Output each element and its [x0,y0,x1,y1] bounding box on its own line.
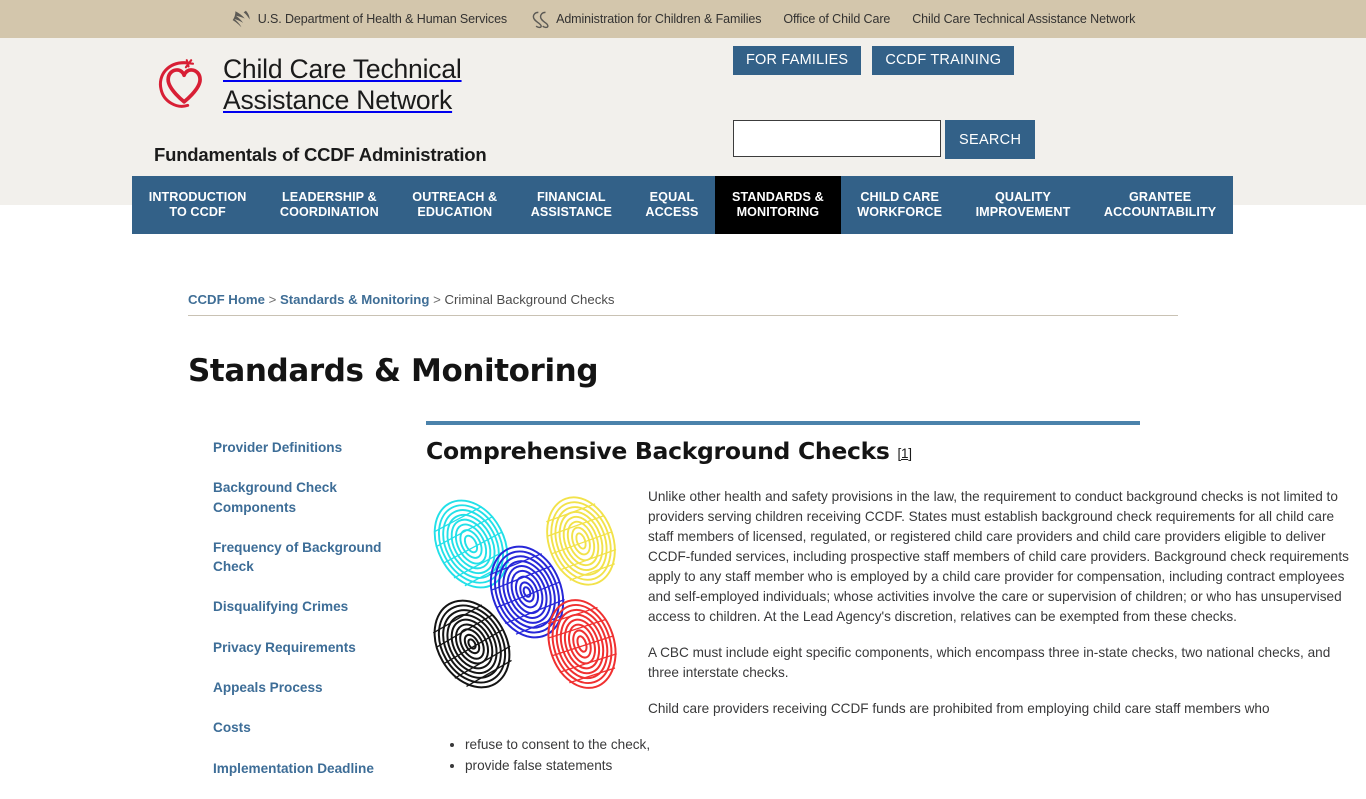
main-content: Comprehensive Background Checks [1] Unli… [426,421,1366,799]
acf-logo-icon [532,11,549,29]
breadcrumb-separator-2: > [429,292,445,307]
nav-item-label: EQUAL [649,189,695,204]
nav-item-label-wrap: CHILD CARE WORKFORCE [857,190,942,221]
main-navigation-wrapper: INTRODUCTION TO CCDF LEADERSHIP & COORDINAT… [0,176,1366,263]
content-top-rule [426,421,1140,425]
nav-item-label-wrap: OUTREACH & EDUCATION [412,190,497,221]
nav-quality-improvement[interactable]: QUALITY IMPROVEMENT [959,176,1087,234]
for-families-button[interactable]: FOR FAMILIES [733,46,862,75]
breadcrumb-current: Criminal Background Checks [444,292,615,307]
nav-item-label: INTRODUCTION [148,189,247,204]
federal-utility-bar: U.S. Department of Health & Human Servic… [0,0,1366,38]
brand-line-1: Child Care Technical [223,54,462,84]
nav-item-label: FINANCIAL [536,189,606,204]
sidebar-item-costs[interactable]: Costs [213,718,399,737]
heart-swoosh-logo [158,59,202,108]
content-columns: Provider Definitions Background Check Com… [188,421,1366,799]
header-utility-buttons: FOR FAMILIES CCDF TRAINING [733,46,1015,75]
sidebar-item-disqualifying-crimes[interactable]: Disqualifying Crimes [213,597,399,616]
nav-item-label: WORKFORCE [857,205,943,219]
list-item: refuse to consent to the check, [465,735,1351,755]
sidebar-item-implementation-deadline[interactable]: Implementation Deadline [213,759,399,778]
search-button[interactable]: SEARCH [945,120,1036,159]
search-input[interactable] [733,120,941,157]
fed-link-cctan[interactable]: Child Care Technical Assistance Network [912,12,1135,26]
nav-item-label-wrap: GRANTEE ACCOUNTABILITY [1104,190,1216,221]
main-navigation: INTRODUCTION TO CCDF LEADERSHIP & COORDINAT… [132,176,1233,234]
fed-link-hhs[interactable]: U.S. Department of Health & Human Servic… [231,8,507,30]
footnote-reference: [1] [898,446,912,461]
nav-item-label: COORDINATION [279,205,379,219]
breadcrumb-section[interactable]: Standards & Monitoring [280,292,429,307]
breadcrumb: CCDF Home > Standards & Monitoring > Cri… [188,292,1178,316]
nav-item-label: ACCOUNTABILITY [1103,205,1217,219]
nav-outreach-education[interactable]: OUTREACH & EDUCATION [396,176,514,234]
federal-links-group: U.S. Department of Health & Human Servic… [231,8,1135,30]
page-body: CCDF Home > Standards & Monitoring > Cri… [0,263,1366,799]
nav-item-label: MONITORING [736,205,820,219]
nav-item-label: OUTREACH & [412,189,498,204]
fingerprint-red [547,599,617,689]
hhs-logo-icon [232,10,250,28]
fingerprints-illustration [432,496,617,689]
fed-link-acf[interactable]: Administration for Children & Families [529,8,761,30]
sidebar-item-provider-definitions[interactable]: Provider Definitions [213,438,399,457]
ccdf-training-button[interactable]: CCDF TRAINING [872,46,1015,75]
nav-item-label: ASSISTANCE [530,205,612,219]
nav-item-label: ACCESS [645,205,699,219]
nav-item-label: GRANTEE [1128,189,1192,204]
nav-standards-monitoring[interactable]: STANDARDS & MONITORING [715,176,841,234]
fed-link-hhs-label: U.S. Department of Health & Human Servic… [257,12,508,26]
footnote-bracket-close: ] [908,446,912,461]
nav-item-label-wrap: QUALITY IMPROVEMENT [976,190,1071,221]
nav-item-label: EDUCATION [417,205,493,219]
content-heading-text: Comprehensive Background Checks [426,437,890,465]
section-sidebar: Provider Definitions Background Check Com… [188,421,426,799]
sidebar-item-background-check-components[interactable]: Background Check Components [213,478,399,517]
fed-link-occ[interactable]: Office of Child Care [783,12,890,26]
nav-child-care-workforce[interactable]: CHILD CARE WORKFORCE [841,176,959,234]
nav-grantee-accountability[interactable]: GRANTEE ACCOUNTABILITY [1087,176,1233,234]
nav-item-label: CHILD CARE [860,189,940,204]
site-logo-link[interactable]: Child Care Technical Assistance Network [154,51,462,117]
nav-introduction-to-ccdf[interactable]: INTRODUCTION TO CCDF [132,176,263,234]
breadcrumb-separator-1: > [264,292,280,307]
page-title: Standards & Monitoring [188,353,599,389]
sidebar-item-appeals-process[interactable]: Appeals Process [213,678,399,697]
fed-link-acf-label: Administration for Children & Families [556,12,762,26]
nav-item-label-wrap: STANDARDS & MONITORING [732,190,824,221]
breadcrumb-home[interactable]: CCDF Home [188,292,265,307]
sidebar-item-frequency-of-background-check[interactable]: Frequency of Background Check [213,538,399,577]
nav-item-label-wrap: INTRODUCTION TO CCDF [149,190,247,221]
brand-line-2: Assistance Network [223,85,453,116]
content-heading: Comprehensive Background Checks [1] [426,437,1351,465]
prohibited-conditions-list: refuse to consent to the check,provide f… [426,735,1351,777]
site-brand-text: Child Care Technical Assistance Network [223,51,462,117]
nav-item-label: IMPROVEMENT [975,205,1071,219]
nav-item-label-wrap: EQUAL ACCESS [645,190,698,221]
nav-item-label: QUALITY [995,189,1051,204]
sidebar-item-privacy-requirements[interactable]: Privacy Requirements [213,638,399,657]
nav-leadership-coordination[interactable]: LEADERSHIP & COORDINATION [263,176,395,234]
list-item: provide false statements [465,756,1351,776]
site-tagline: Fundamentals of CCDF Administration [154,144,487,165]
nav-item-label-wrap: FINANCIAL ASSISTANCE [531,190,612,221]
nav-equal-access[interactable]: EQUAL ACCESS [629,176,716,234]
site-search: SEARCH [733,120,1036,159]
nav-item-label-wrap: LEADERSHIP & COORDINATION [280,190,379,221]
nav-financial-assistance[interactable]: FINANCIAL ASSISTANCE [514,176,629,234]
fed-link-cctan-label: Child Care Technical Assistance Network [912,12,1136,26]
fed-link-occ-label: Office of Child Care [783,12,891,26]
content-paragraph-3: Child care providers receiving CCDF fund… [648,700,1270,716]
nav-item-label: LEADERSHIP & [282,189,377,204]
nav-item-label: STANDARDS & [731,189,824,204]
nav-item-label: TO CCDF [169,205,226,219]
fingerprint-black [432,599,512,689]
